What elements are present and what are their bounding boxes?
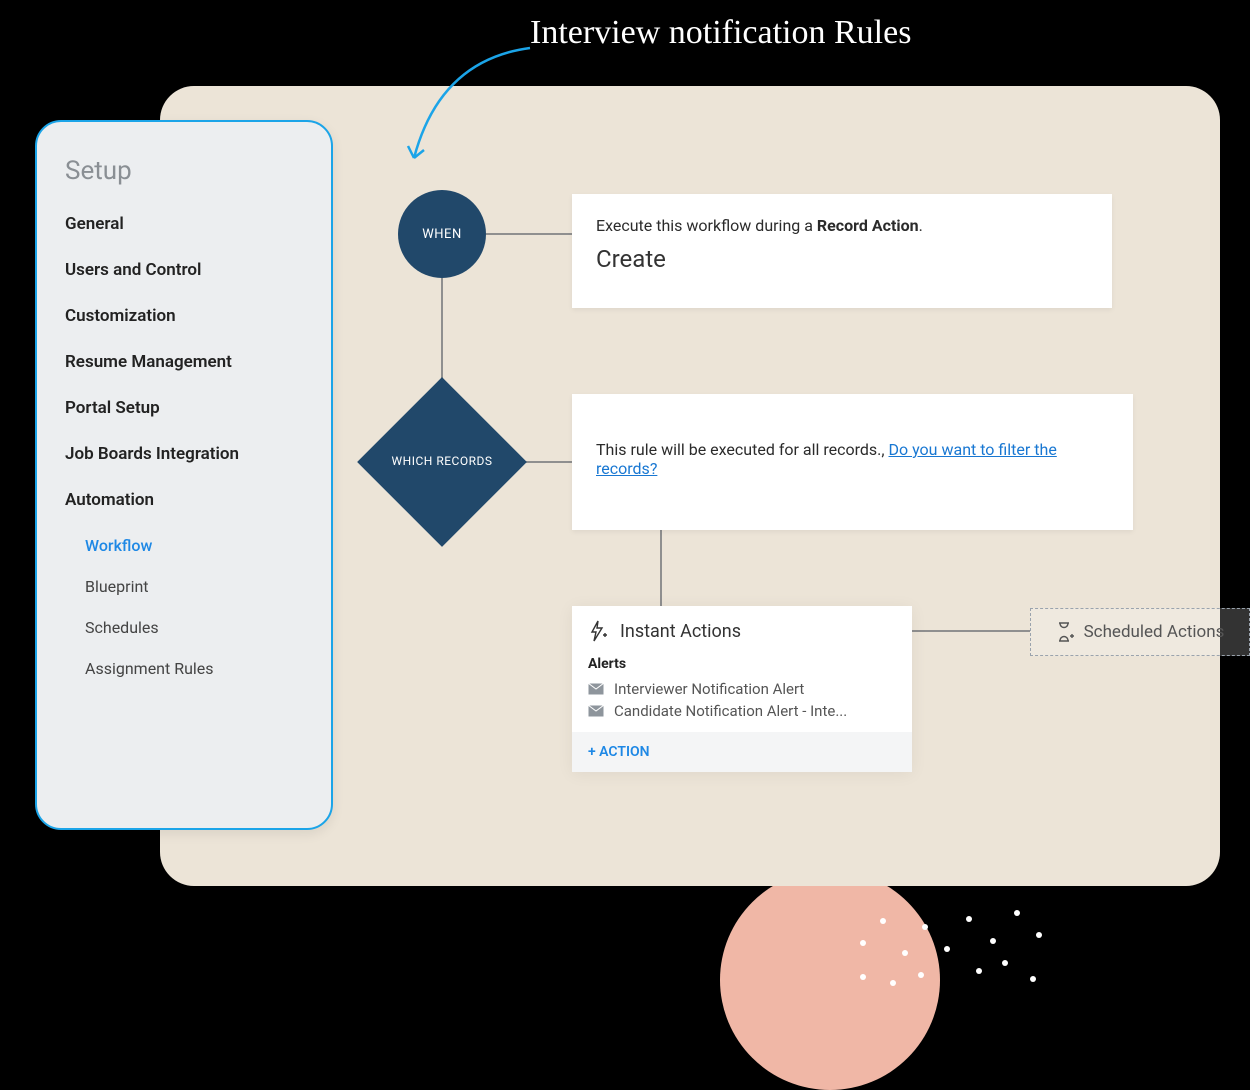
bolt-icon bbox=[588, 620, 608, 642]
alerts-heading: Alerts bbox=[572, 656, 912, 678]
sidebar-sub-blueprint[interactable]: Blueprint bbox=[85, 577, 303, 596]
which-records-node: WHICH RECORDS bbox=[382, 402, 502, 522]
which-records-label: WHICH RECORDS bbox=[382, 402, 502, 522]
sidebar-sub-schedules[interactable]: Schedules bbox=[85, 618, 303, 637]
when-card-line1: Execute this workflow during a Record Ac… bbox=[596, 216, 1088, 235]
annotation-arrow-icon bbox=[400, 40, 540, 170]
which-records-card[interactable]: This rule will be executed for all recor… bbox=[572, 394, 1133, 530]
when-node-label: WHEN bbox=[422, 227, 461, 242]
when-line1-pre: Execute this workflow during a bbox=[596, 216, 817, 235]
which-records-text: This rule will be executed for all recor… bbox=[596, 440, 889, 459]
scheduled-actions-card[interactable]: Scheduled Actions bbox=[1030, 608, 1250, 656]
sidebar-item-job-boards[interactable]: Job Boards Integration bbox=[65, 444, 303, 464]
sidebar-sub-assignment-rules[interactable]: Assignment Rules bbox=[85, 659, 303, 678]
scheduled-actions-title: Scheduled Actions bbox=[1084, 622, 1225, 642]
decorative-dots bbox=[850, 880, 1080, 1000]
add-action-button[interactable]: + ACTION bbox=[572, 732, 912, 772]
when-line1-bold: Record Action bbox=[817, 216, 919, 235]
mail-icon bbox=[588, 683, 604, 695]
alert-label: Interviewer Notification Alert bbox=[614, 680, 804, 698]
alert-row[interactable]: Candidate Notification Alert - Inte... bbox=[572, 700, 912, 722]
alert-row[interactable]: Interviewer Notification Alert bbox=[572, 678, 912, 700]
instant-actions-title: Instant Actions bbox=[620, 621, 741, 642]
sidebar-item-general[interactable]: General bbox=[65, 214, 303, 234]
when-line1-post: . bbox=[919, 216, 923, 235]
sidebar-item-users[interactable]: Users and Control bbox=[65, 260, 303, 280]
setup-sidebar: Setup General Users and Control Customiz… bbox=[35, 120, 333, 830]
sidebar-item-automation[interactable]: Automation bbox=[65, 490, 303, 510]
when-card[interactable]: Execute this workflow during a Record Ac… bbox=[572, 194, 1112, 308]
instant-actions-header: Instant Actions bbox=[572, 606, 912, 656]
sidebar-title: Setup bbox=[65, 156, 303, 186]
when-card-line2: Create bbox=[596, 245, 1088, 273]
instant-actions-card: Instant Actions Alerts Interviewer Notif… bbox=[572, 606, 912, 772]
hourglass-icon bbox=[1056, 621, 1074, 643]
sidebar-item-customization[interactable]: Customization bbox=[65, 306, 303, 326]
sidebar-item-resume-management[interactable]: Resume Management bbox=[65, 352, 303, 372]
alert-label: Candidate Notification Alert - Inte... bbox=[614, 702, 847, 720]
mail-icon bbox=[588, 705, 604, 717]
sidebar-item-portal-setup[interactable]: Portal Setup bbox=[65, 398, 303, 418]
when-node: WHEN bbox=[398, 190, 486, 278]
sidebar-sub-workflow[interactable]: Workflow bbox=[85, 536, 303, 555]
diagram-annotation: Interview notification Rules bbox=[530, 14, 911, 52]
